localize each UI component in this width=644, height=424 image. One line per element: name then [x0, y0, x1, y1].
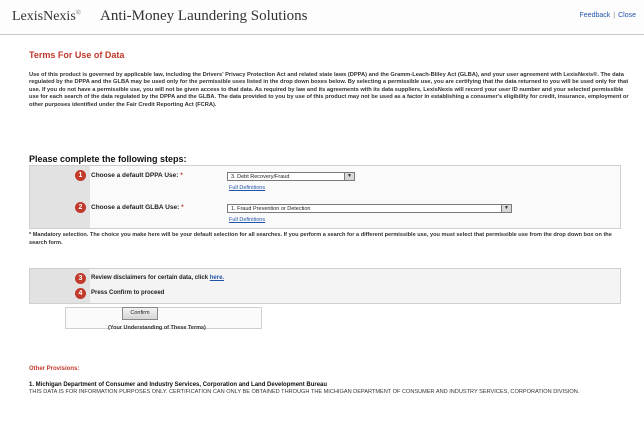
glba-full-definitions-link[interactable]: Full Definitions — [229, 217, 265, 223]
disclaimers-here-link[interactable]: here. — [210, 275, 224, 281]
glba-use-select[interactable]: 1. Fraud Prevention or Detection ▼ — [227, 204, 512, 213]
feedback-link[interactable]: Feedback — [580, 12, 611, 19]
michigan-provision-title: 1. Michigan Department of Consumer and I… — [29, 382, 328, 388]
dppa-use-selected-value: 3. Debt Recovery/Fraud — [231, 174, 290, 180]
glba-use-label: Choose a default GLBA Use: * — [91, 204, 184, 211]
chevron-down-icon: ▼ — [344, 173, 354, 180]
dppa-full-definitions-link[interactable]: Full Definitions — [229, 185, 265, 191]
step-4-number-badge: 4 — [75, 288, 86, 299]
brand-mark: ® — [75, 9, 82, 17]
permissible-use-panel: 1 Choose a default DPPA Use: * 3. Debt R… — [29, 165, 621, 229]
other-provisions-heading: Other Provisions: — [29, 366, 80, 372]
confirm-steps-panel: 3 Review disclaimers for certain data, c… — [29, 268, 621, 304]
dppa-use-label-text: Choose a default DPPA Use: — [91, 172, 179, 179]
review-disclaimers-label: Review disclaimers for certain data, cli… — [91, 275, 209, 281]
review-disclaimers-text: Review disclaimers for certain data, cli… — [91, 275, 224, 281]
terms-title: Terms For Use of Data — [29, 50, 125, 60]
header-separator: | — [613, 12, 616, 19]
glba-required-mark: * — [181, 204, 184, 211]
app-header: LexisNexis® Anti-Money Laundering Soluti… — [0, 0, 644, 35]
dppa-use-select[interactable]: 3. Debt Recovery/Fraud ▼ — [227, 172, 355, 181]
close-link[interactable]: Close — [618, 12, 636, 19]
glba-use-label-text: Choose a default GLBA Use: — [91, 204, 180, 211]
step-3-number-badge: 3 — [75, 273, 86, 284]
brand-name: LexisNexis — [12, 9, 76, 24]
michigan-provision-body: THIS DATA IS FOR INFORMATION PURPOSES ON… — [29, 389, 580, 395]
terms-intro-text: Use of this product is governed by appli… — [29, 72, 629, 108]
mandatory-selection-note: * Mandatory selection. The choice you ma… — [29, 232, 612, 246]
glba-use-selected-value: 1. Fraud Prevention or Detection — [231, 206, 311, 212]
chevron-down-icon: ▼ — [501, 205, 511, 212]
dppa-use-label: Choose a default DPPA Use: * — [91, 172, 183, 179]
dppa-required-mark: * — [180, 172, 183, 179]
lexisnexis-logo: LexisNexis® — [12, 9, 81, 25]
press-confirm-text: Press Confirm to proceed — [91, 290, 165, 296]
step-1-number-badge: 1 — [75, 170, 86, 181]
product-title: Anti-Money Laundering Solutions — [100, 8, 308, 24]
header-links: Feedback | Close — [580, 12, 636, 19]
steps-heading: Please complete the following steps: — [29, 154, 187, 164]
understanding-caption: (Your Understanding of These Terms) — [108, 325, 206, 331]
step-2-number-badge: 2 — [75, 202, 86, 213]
confirm-button[interactable]: Confirm — [122, 307, 158, 320]
